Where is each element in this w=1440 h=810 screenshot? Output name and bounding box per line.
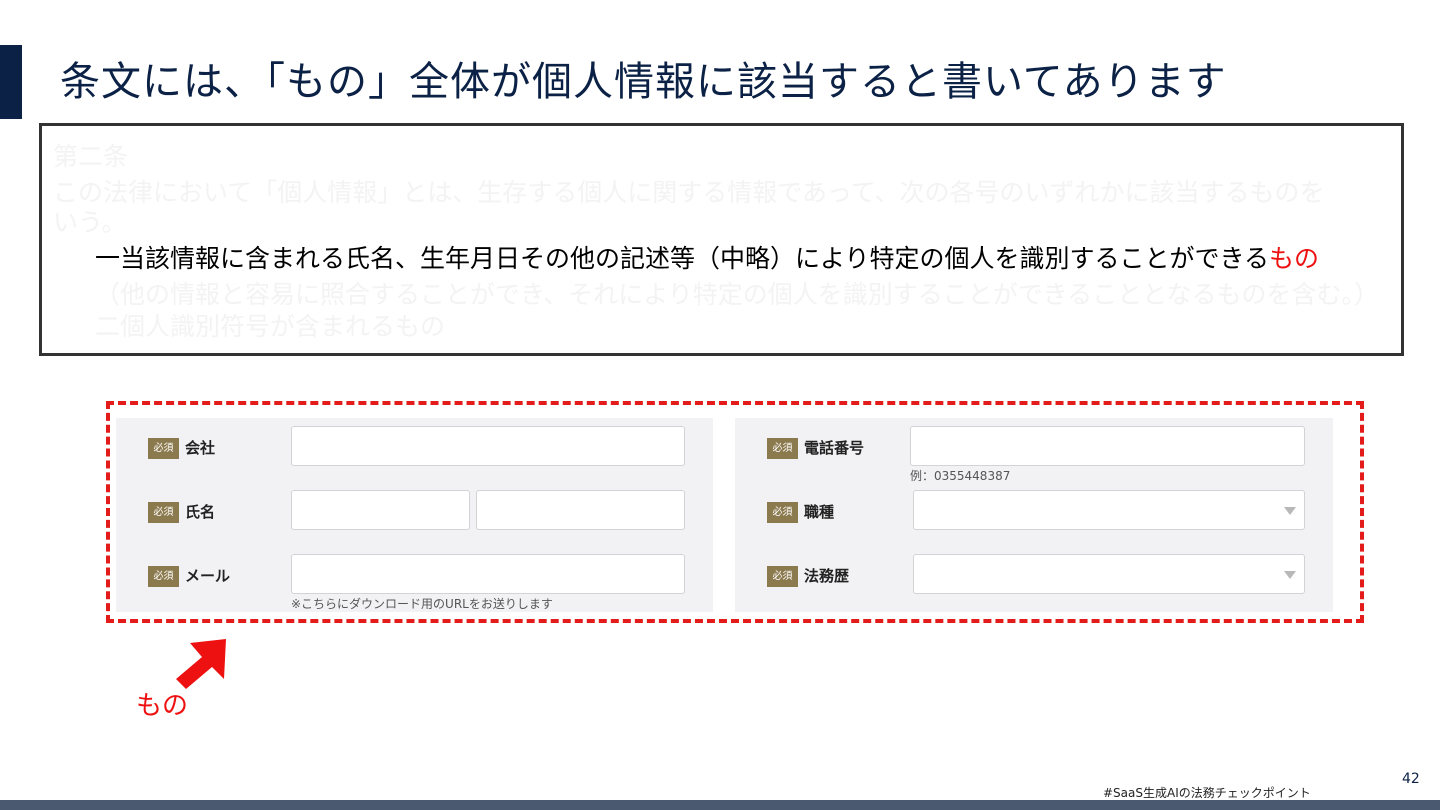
- legal-experience-label: 法務歴: [804, 567, 850, 585]
- job-type-select[interactable]: [913, 490, 1305, 530]
- field-row-job: 必須 職種: [735, 490, 1333, 530]
- title-accent-bar: [0, 45, 22, 119]
- field-row-phone: 必須 電話番号: [735, 426, 1333, 466]
- required-badge: 必須: [148, 502, 179, 523]
- first-name-input[interactable]: [476, 490, 685, 530]
- phone-input[interactable]: [910, 426, 1305, 466]
- form-panel-right: 必須 電話番号 例：0355448387 必須 職種 必須 法務歴: [735, 418, 1333, 612]
- dropdown-arrow-icon: [1284, 507, 1296, 515]
- mono-annotation-label: もの: [136, 691, 189, 721]
- required-badge: 必須: [148, 566, 179, 587]
- slide-title: 条文には、「もの」全体が個人情報に該当すると書いてあります: [60, 59, 1227, 105]
- required-badge: 必須: [767, 438, 798, 459]
- email-input[interactable]: [291, 554, 685, 594]
- legal-experience-select[interactable]: [913, 554, 1305, 594]
- field-row-email: 必須 メール: [116, 554, 713, 594]
- email-note: ※こちらにダウンロード用のURLをお送りします: [291, 597, 553, 611]
- law-item-two: 二個人識別符号が含まれるもの: [95, 312, 446, 341]
- field-row-company: 必須 会社: [116, 426, 713, 466]
- company-label: 会社: [185, 439, 216, 457]
- required-badge: 必須: [767, 502, 798, 523]
- form-highlight-area: 必須 会社 必須 氏名 必須 メール ※こちらにダウンロード用のURLをお送りし…: [106, 401, 1364, 623]
- law-definition-line-end: いう。: [53, 208, 127, 237]
- page-number: 42: [1402, 771, 1420, 787]
- law-item-one: 一当該情報に含まれる氏名、生年月日その他の記述等（中略）により特定の個人を識別す…: [95, 242, 1319, 276]
- name-label: 氏名: [185, 503, 216, 521]
- field-row-legal-experience: 必須 法務歴: [735, 554, 1333, 594]
- field-row-name: 必須 氏名: [116, 490, 713, 530]
- form-panel-left: 必須 会社 必須 氏名 必須 メール ※こちらにダウンロード用のURLをお送りし…: [116, 418, 713, 612]
- required-badge: 必須: [148, 438, 179, 459]
- law-item-one-text: 一当該情報に含まれる氏名、生年月日その他の記述等（中略）により特定の個人を識別す…: [95, 244, 1270, 273]
- footer-hashtag: #SaaS生成AIの法務チェックポイント: [1103, 786, 1311, 800]
- law-item-one-highlight: もの: [1269, 244, 1320, 273]
- law-article-heading: 第二条: [53, 142, 129, 171]
- footer-bar: [0, 800, 1440, 810]
- law-item-one-parenthetical: （他の情報と容易に照合することができ、それにより特定の個人を識別することができる…: [95, 280, 1380, 309]
- last-name-input[interactable]: [291, 490, 470, 530]
- law-definition-line: この法律において「個人情報」とは、生存する個人に関する情報であって、次の各号のい…: [53, 178, 1325, 207]
- law-text-box: 第二条 この法律において「個人情報」とは、生存する個人に関する情報であって、次の…: [39, 123, 1404, 356]
- arrow-up-right-icon: [176, 639, 226, 689]
- email-label: メール: [185, 567, 231, 585]
- dropdown-arrow-icon: [1284, 571, 1296, 579]
- required-badge: 必須: [767, 566, 798, 587]
- phone-label: 電話番号: [804, 439, 865, 457]
- company-input[interactable]: [291, 426, 685, 466]
- phone-example-note: 例：0355448387: [910, 469, 1011, 483]
- job-type-label: 職種: [804, 503, 835, 521]
